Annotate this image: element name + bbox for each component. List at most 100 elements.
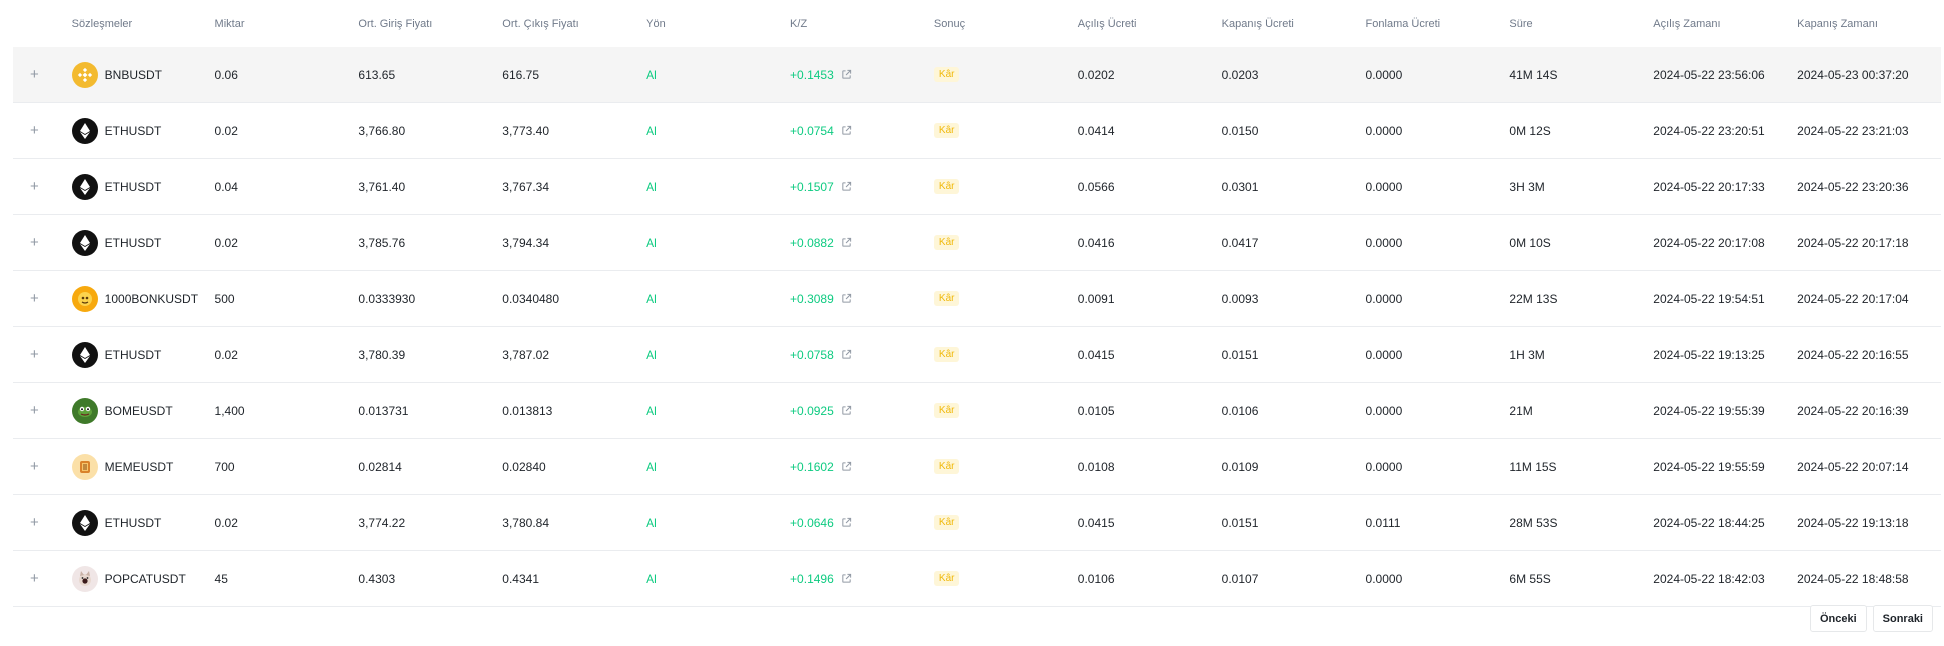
avg-exit-cell: 3,794.34 (502, 235, 550, 250)
expand-row-icon[interactable]: + (30, 291, 39, 306)
result-badge: Kâr (933, 347, 960, 362)
expand-row-icon[interactable]: + (30, 571, 39, 586)
funding-fee-cell: 0.0000 (1365, 571, 1403, 586)
duration-cell: 41M 14S (1509, 67, 1558, 82)
expand-row-icon[interactable]: + (30, 459, 39, 474)
funding-fee-cell: 0.0000 (1365, 179, 1403, 194)
quantity-cell: 0.04 (214, 179, 238, 194)
contract-cell: ETHUSDT (71, 341, 215, 368)
contract-cell: ETHUSDT (71, 173, 215, 200)
expand-row-icon[interactable]: + (30, 235, 39, 250)
external-link-icon[interactable] (841, 181, 852, 192)
result-badge: Kâr (933, 67, 960, 82)
avg-exit-cell: 616.75 (502, 67, 539, 82)
header-funding-fee: Fonlama Ücreti (1365, 17, 1441, 30)
avg-exit-cell: 3,787.02 (502, 347, 550, 362)
table-row[interactable]: + ETHUSDT 0.02 3,774.22 3,780.84 Al +0.0646 Kâr… (13, 494, 1941, 550)
avg-exit-cell: 0.013813 (502, 403, 553, 418)
quantity-cell: 45 (214, 571, 228, 586)
open-time-cell: 2024-05-22 19:55:39 (1653, 403, 1765, 418)
pnl-cell: +0.1453 (790, 68, 934, 82)
avg-entry-cell: 613.65 (358, 67, 396, 82)
table-row[interactable]: + ETHUSDT 0.02 3,785.76 3,794.34 Al +0.0882 Kâr… (13, 214, 1941, 270)
expand-row-icon[interactable]: + (30, 123, 39, 138)
close-time-cell: 2024-05-22 23:21:03 (1797, 123, 1909, 138)
close-fee-cell: 0.0203 (1221, 67, 1259, 82)
quantity-cell: 0.02 (214, 515, 238, 530)
open-fee-cell: 0.0416 (1077, 235, 1115, 250)
meme-coin-icon (71, 453, 98, 480)
expand-row-icon[interactable]: + (30, 515, 39, 530)
close-fee-cell: 0.0151 (1221, 347, 1259, 362)
close-time-cell: 2024-05-22 20:16:55 (1797, 347, 1909, 362)
close-fee-cell: 0.0150 (1221, 123, 1259, 138)
table-row[interactable]: +1000BONKUSDT 500 0.0333930 0.0340480 Al +0.3… (13, 270, 1941, 326)
close-fee-cell: 0.0107 (1221, 571, 1259, 586)
pnl-value: +0.0646 (790, 515, 834, 530)
external-link-icon[interactable] (841, 125, 852, 136)
result-cell: Kâr (933, 235, 1078, 250)
table-row[interactable]: + POPCATUSDT 45 0.4303 0.4341 Al +0.1496 Kâr 0.0… (13, 550, 1941, 607)
pnl-value: +0.3089 (790, 291, 834, 306)
external-link-icon[interactable] (841, 349, 852, 360)
avg-entry-cell: 0.013731 (358, 403, 409, 418)
contract-symbol: ETHUSDT (104, 347, 162, 362)
header-close-fee: Kapanış Ücreti (1221, 17, 1294, 30)
close-fee-cell: 0.0106 (1221, 403, 1259, 418)
result-badge: Kâr (933, 123, 960, 138)
header-duration: Süre (1509, 17, 1533, 30)
external-link-icon[interactable] (841, 237, 852, 248)
expand-row-icon[interactable]: + (30, 347, 39, 362)
quantity-cell: 0.02 (214, 123, 238, 138)
expand-row-icon[interactable]: + (30, 67, 39, 82)
close-time-cell: 2024-05-22 20:07:14 (1797, 459, 1909, 474)
result-badge: Kâr (933, 515, 960, 530)
pnl-cell: +0.0754 (790, 124, 934, 138)
pnl-value: +0.0925 (790, 403, 834, 418)
table-row[interactable]: + ETHUSDT 0.02 3,780.39 3,787.02 Al +0.0758 Kâr… (13, 326, 1941, 382)
open-fee-cell: 0.0566 (1077, 179, 1115, 194)
funding-fee-cell: 0.0000 (1365, 123, 1403, 138)
external-link-icon[interactable] (841, 573, 852, 584)
external-link-icon[interactable] (841, 405, 852, 416)
table-row[interactable]: + BOMEUSDT 1,400 0.013731 0.013813 Al +0.0925 K… (13, 382, 1941, 438)
previous-page-button[interactable]: Önceki (1809, 605, 1867, 632)
contract-cell: 1000BONKUSDT (71, 285, 215, 312)
close-time-cell: 2024-05-22 18:48:58 (1797, 571, 1909, 586)
quantity-cell: 700 (214, 459, 235, 474)
table-row[interactable]: + BNBUSDT 0.06 613.65 616.75 Al +0.1453 Kâr 0.02… (13, 47, 1941, 102)
duration-cell: 6M 55S (1509, 571, 1551, 586)
contract-cell: MEMEUSDT (71, 453, 215, 480)
external-link-icon[interactable] (841, 293, 852, 304)
expand-row-icon[interactable]: + (30, 403, 39, 418)
result-badge: Kâr (933, 179, 960, 194)
table-row[interactable]: + MEMEUSDT 700 0.02814 0.02840 Al +0.1602 Kâr 0.… (13, 438, 1941, 494)
next-page-button[interactable]: Sonraki (1872, 605, 1933, 632)
duration-cell: 0M 12S (1509, 123, 1551, 138)
contract-symbol: BOMEUSDT (104, 403, 173, 418)
avg-entry-cell: 3,766.80 (358, 123, 406, 138)
pnl-value: +0.0882 (790, 235, 834, 250)
pagination: Önceki Sonraki (1809, 605, 1933, 632)
expand-row-icon[interactable]: + (30, 179, 39, 194)
external-link-icon[interactable] (841, 461, 852, 472)
external-link-icon[interactable] (841, 69, 852, 80)
direction-cell: Al (646, 403, 657, 418)
header-avg-exit: Ort. Çıkış Fiyatı (502, 17, 579, 30)
table-row[interactable]: + ETHUSDT 0.02 3,766.80 3,773.40 Al +0.0754 Kâr… (13, 102, 1941, 158)
contract-symbol: POPCATUSDT (104, 571, 186, 586)
close-fee-cell: 0.0301 (1221, 179, 1259, 194)
avg-exit-cell: 3,773.40 (502, 123, 550, 138)
avg-entry-cell: 3,785.76 (358, 235, 406, 250)
pnl-value: +0.1602 (790, 459, 834, 474)
pnl-cell: +0.0925 (790, 404, 934, 418)
open-fee-cell: 0.0106 (1077, 571, 1115, 586)
external-link-icon[interactable] (841, 517, 852, 528)
quantity-cell: 0.02 (214, 347, 238, 362)
header-open-fee: Açılış Ücreti (1077, 17, 1137, 30)
result-badge: Kâr (933, 459, 960, 474)
result-cell: Kâr (933, 571, 1078, 586)
table-row[interactable]: + ETHUSDT 0.04 3,761.40 3,767.34 Al +0.1507 Kâr… (13, 158, 1941, 214)
result-cell: Kâr (933, 459, 1078, 474)
contract-cell: BOMEUSDT (71, 397, 215, 424)
